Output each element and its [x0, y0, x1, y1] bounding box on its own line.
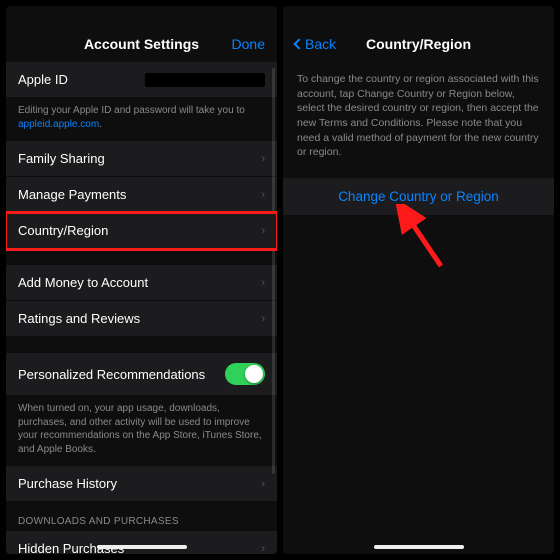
- chevron-right-icon: ›: [261, 543, 265, 555]
- chevron-right-icon: ›: [261, 189, 265, 201]
- country-region-row[interactable]: Country/Region ›: [6, 213, 277, 249]
- row-label: Family Sharing: [18, 151, 105, 166]
- apple-id-label: Apple ID: [18, 72, 68, 87]
- toggle-knob: [245, 365, 263, 383]
- done-button[interactable]: Done: [232, 36, 265, 52]
- family-sharing-row[interactable]: Family Sharing ›: [6, 141, 277, 177]
- manage-payments-row[interactable]: Manage Payments ›: [6, 177, 277, 213]
- personalized-rec-row: Personalized Recommendations: [6, 353, 277, 396]
- hidden-purchases-row[interactable]: Hidden Purchases ›: [6, 531, 277, 554]
- row-label: Purchase History: [18, 476, 117, 491]
- row-label: Ratings and Reviews: [18, 311, 140, 326]
- back-label: Back: [305, 36, 336, 52]
- chevron-right-icon: ›: [261, 313, 265, 325]
- nav-bar: Account Settings Done: [6, 30, 277, 62]
- chevron-right-icon: ›: [261, 478, 265, 490]
- home-indicator[interactable]: [374, 545, 464, 549]
- back-button[interactable]: Back: [295, 36, 336, 52]
- chevron-left-icon: [293, 38, 304, 49]
- appleid-link[interactable]: appleid.apple.com: [18, 119, 99, 130]
- apple-id-row[interactable]: Apple ID: [6, 62, 277, 98]
- apple-id-footnote: Editing your Apple ID and password will …: [6, 98, 277, 141]
- chevron-right-icon: ›: [261, 153, 265, 165]
- personalized-toggle[interactable]: [225, 363, 265, 385]
- row-label: Manage Payments: [18, 187, 126, 202]
- downloads-section-header: DOWNLOADS AND PURCHASES: [6, 502, 277, 531]
- nav-bar: Back Country/Region: [283, 30, 554, 62]
- home-indicator[interactable]: [97, 545, 187, 549]
- country-description: To change the country or region associat…: [283, 62, 554, 178]
- row-label: Personalized Recommendations: [18, 367, 205, 382]
- scrollbar[interactable]: [272, 68, 275, 474]
- purchase-history-row[interactable]: Purchase History ›: [6, 466, 277, 502]
- ratings-reviews-row[interactable]: Ratings and Reviews ›: [6, 301, 277, 337]
- personalized-footnote: When turned on, your app usage, download…: [6, 396, 277, 466]
- change-country-button[interactable]: Change Country or Region: [283, 178, 554, 215]
- row-label: Add Money to Account: [18, 275, 148, 290]
- phone-country-region: Back Country/Region To change the countr…: [283, 6, 554, 554]
- status-bar: [283, 6, 554, 30]
- chevron-right-icon: ›: [261, 225, 265, 237]
- add-money-row[interactable]: Add Money to Account ›: [6, 265, 277, 301]
- chevron-right-icon: ›: [261, 277, 265, 289]
- status-bar: [6, 6, 277, 30]
- scroll-area: Apple ID Editing your Apple ID and passw…: [6, 62, 277, 554]
- phone-account-settings: Account Settings Done Apple ID Editing y…: [6, 6, 277, 554]
- apple-id-value-redacted: [145, 73, 265, 87]
- row-label: Country/Region: [18, 223, 108, 238]
- scroll-area: To change the country or region associat…: [283, 62, 554, 554]
